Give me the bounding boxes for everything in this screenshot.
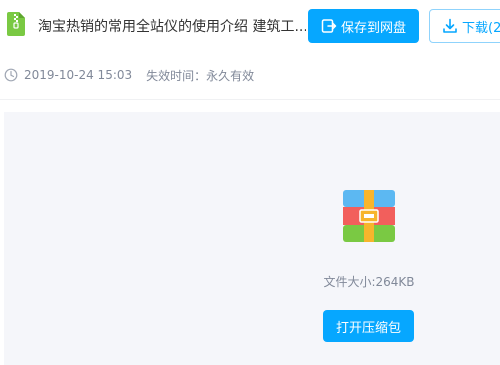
file-size: 文件大小:264KB [323, 275, 415, 289]
save-to-cloud-button[interactable]: 保存到网盘 [308, 9, 419, 43]
file-title: 淘宝热销的常用全站仪的使用介绍 建筑工... [38, 19, 306, 35]
archive-icon [343, 190, 395, 242]
download-icon [443, 18, 457, 33]
save-to-cloud-icon [321, 19, 337, 33]
download-label: 下载(2 [462, 20, 500, 36]
preview-panel: 文件大小:264KB 打开压缩包 [4, 112, 500, 365]
file-meta: 2019-10-24 15:03 失效时间：永久有效 [4, 66, 254, 84]
open-archive-button[interactable]: 打开压缩包 [323, 310, 414, 342]
zip-file-icon [7, 12, 25, 36]
upload-date: 2019-10-24 15:03 [24, 68, 133, 82]
file-header: 淘宝热销的常用全站仪的使用介绍 建筑工... 保存到网盘 下载(2 2019-1… [0, 0, 500, 100]
header-divider [0, 99, 500, 100]
download-button[interactable]: 下载(2 [429, 9, 500, 43]
save-to-cloud-label: 保存到网盘 [340, 20, 406, 36]
expiry-text: 失效时间：永久有效 [146, 68, 255, 83]
clock-icon [4, 68, 18, 82]
